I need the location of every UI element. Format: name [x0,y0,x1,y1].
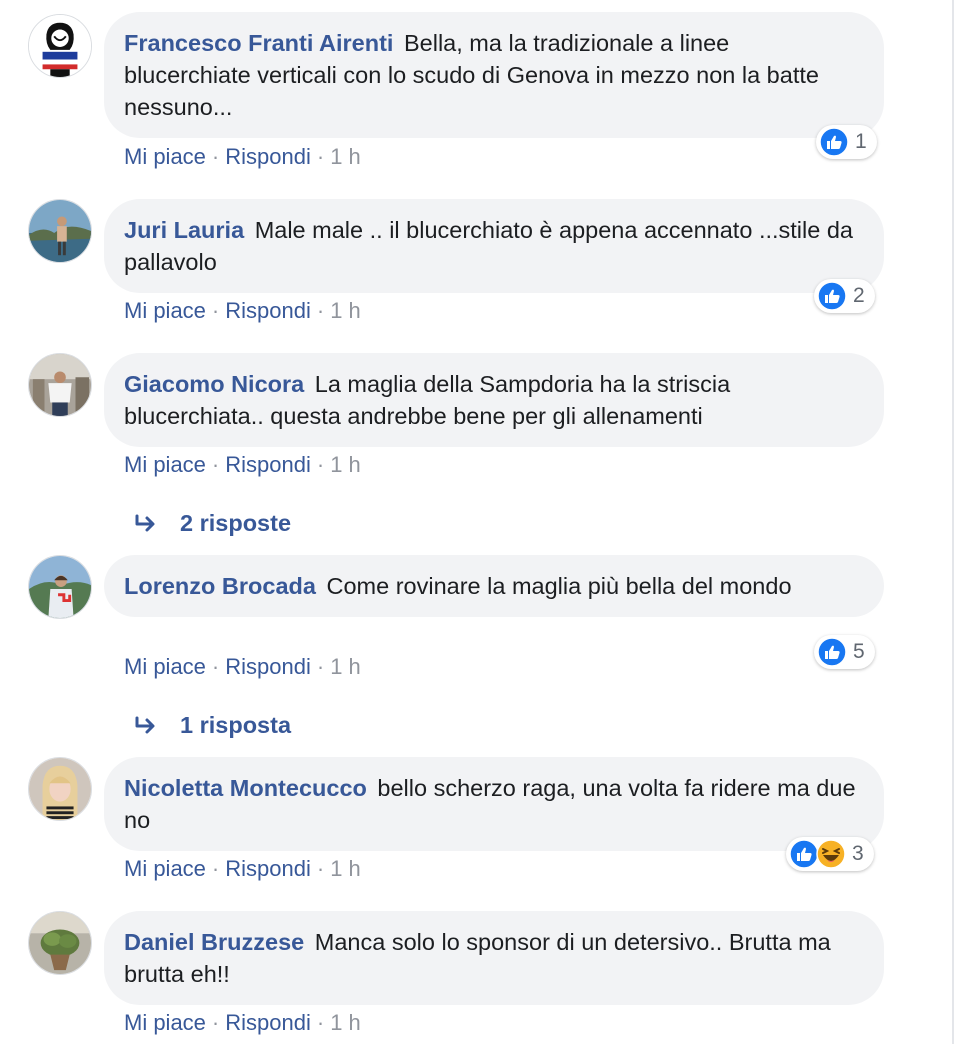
like-icon [817,637,847,667]
timestamp[interactable]: 1 h [330,144,361,169]
like-link[interactable]: Mi piace [124,144,206,169]
separator: · [211,856,220,881]
timestamp[interactable]: 1 h [330,654,361,679]
comment-author[interactable]: Nicoletta Montecucco [124,775,367,801]
comment-actions: Mi piace · Rispondi · 1 h [124,855,361,883]
reaction-count: 2 [853,284,865,307]
separator: · [211,144,220,169]
comment-bubble: Francesco Franti Airenti Bella, ma la tr… [104,12,884,138]
comment-actions: Mi piace · Rispondi · 1 h [124,297,361,325]
comment-bubble: Daniel Bruzzese Manca solo lo sponsor di… [104,911,884,1005]
like-link[interactable]: Mi piace [124,298,206,323]
reactions-badge[interactable]: 1 [816,125,877,159]
avatar[interactable] [28,757,92,821]
avatar[interactable] [28,14,92,78]
separator: · [316,452,325,477]
replies-count: 1 risposta [180,712,292,738]
reply-link[interactable]: Rispondi [225,654,311,679]
like-link[interactable]: Mi piace [124,856,206,881]
comment-text: Come rovinare la maglia più bella del mo… [326,573,792,599]
view-replies-link[interactable]: 1 risposta [134,710,291,740]
comment-author[interactable]: Daniel Bruzzese [124,929,304,955]
comment-bubble: Juri Lauria Male male .. il blucerchiato… [104,199,884,293]
comment-author[interactable]: Francesco Franti Airenti [124,30,393,56]
reaction-count: 1 [855,130,867,153]
like-icon [789,839,819,869]
timestamp[interactable]: 1 h [330,856,361,881]
separator: · [316,654,325,679]
avatar[interactable] [28,911,92,975]
reactions-badge[interactable]: 5 [814,635,875,669]
avatar[interactable] [28,353,92,417]
reactions-badge[interactable]: 2 [814,279,875,313]
separator: · [316,1010,325,1035]
reply-link[interactable]: Rispondi [225,856,311,881]
reply-link[interactable]: Rispondi [225,1010,311,1035]
comment-author[interactable]: Lorenzo Brocada [124,573,316,599]
separator: · [211,298,220,323]
like-link[interactable]: Mi piace [124,1010,206,1035]
separator: · [211,1010,220,1035]
avatar[interactable] [28,555,92,619]
reply-link[interactable]: Rispondi [225,144,311,169]
comment-actions: Mi piace · Rispondi · 1 h [124,1009,361,1037]
reply-arrow-icon [135,514,155,532]
like-link[interactable]: Mi piace [124,452,206,477]
timestamp[interactable]: 1 h [330,452,361,477]
reaction-count: 5 [853,640,865,663]
comment-author[interactable]: Giacomo Nicora [124,371,304,397]
comment-bubble: Nicoletta Montecucco bello scherzo raga,… [104,757,884,851]
like-icon [817,281,847,311]
separator: · [316,144,325,169]
comment-actions: Mi piace · Rispondi · 1 h [124,653,361,681]
like-link[interactable]: Mi piace [124,654,206,679]
avatar[interactable] [28,199,92,263]
replies-count: 2 risposte [180,510,292,536]
reaction-count: 3 [852,842,864,865]
timestamp[interactable]: 1 h [330,1010,361,1035]
comment-author[interactable]: Juri Lauria [124,217,244,243]
separator: · [316,298,325,323]
haha-icon [816,839,846,869]
comment-actions: Mi piace · Rispondi · 1 h [124,451,361,479]
like-icon [819,127,849,157]
view-replies-link[interactable]: 2 risposte [134,508,291,538]
separator: · [316,856,325,881]
comment-bubble: Giacomo Nicora La maglia della Sampdoria… [104,353,884,447]
reply-arrow-icon [135,716,155,734]
timestamp[interactable]: 1 h [330,298,361,323]
comment-actions: Mi piace · Rispondi · 1 h [124,143,361,171]
comment-bubble: Lorenzo Brocada Come rovinare la maglia … [104,555,884,617]
separator: · [211,654,220,679]
reply-link[interactable]: Rispondi [225,452,311,477]
separator: · [211,452,220,477]
reply-link[interactable]: Rispondi [225,298,311,323]
reactions-badge[interactable]: 3 [786,837,874,871]
